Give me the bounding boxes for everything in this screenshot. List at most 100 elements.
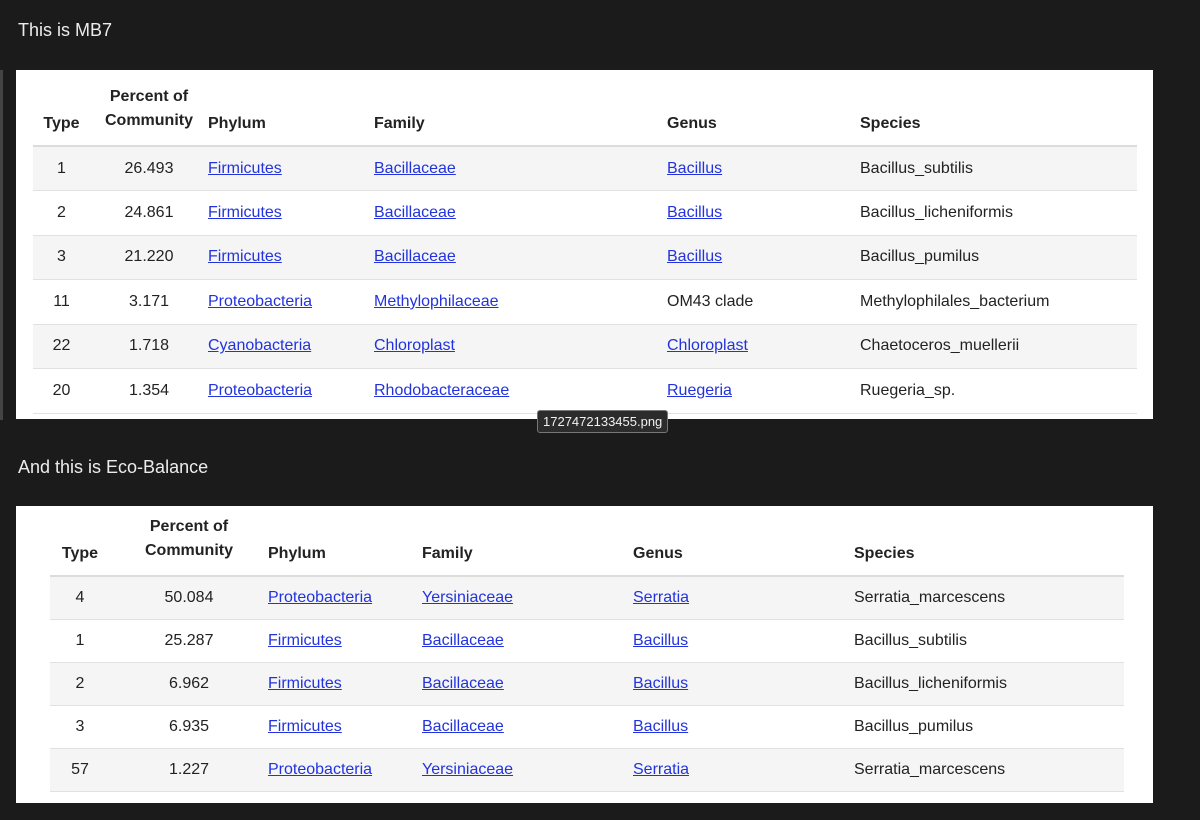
type-cell: 3 [75,717,85,735]
type-cell: 2 [57,203,66,221]
genus-link[interactable]: Bacillus [667,248,722,265]
genus-link[interactable]: Bacillus [667,160,722,177]
phylum-link[interactable]: Proteobacteria [268,589,372,606]
family-cell: Bacillaceae [422,705,633,748]
genus-cell: Bacillus [633,619,854,662]
phylum-cell: Firmicutes [268,705,422,748]
genus-link[interactable]: Bacillus [633,675,688,692]
genus-link[interactable]: Bacillus [633,632,688,649]
family-cell: Yersiniaceae [422,748,633,791]
phylum-cell: Proteobacteria [268,576,422,619]
phylum-link[interactable]: Firmicutes [268,675,342,692]
family-cell: Bacillaceae [422,662,633,705]
family-link[interactable]: Bacillaceae [374,248,456,265]
family-cell: Bacillaceae [374,146,667,191]
family-link[interactable]: Chloroplast [374,337,455,354]
phylum-link[interactable]: Proteobacteria [208,293,312,310]
phylum-link[interactable]: Proteobacteria [208,382,312,399]
percent-cell: 3.171 [128,292,170,310]
table-row: 22 1.718 Cyanobacteria Chloroplast Chloropla… [33,324,1137,369]
phylum-link[interactable]: Firmicutes [208,204,282,221]
species-cell: Bacillus_subtilis [854,631,967,649]
genus-link[interactable]: Ruegeria [667,382,732,399]
type-cell: 2 [75,674,85,692]
type-cell: 1 [57,159,66,177]
percent-cell: 6.962 [110,662,268,705]
species-cell: Serratia_marcescens [854,588,1006,606]
percent-cell: 26.493 [90,146,208,191]
table-row: 2 6.962 Firmicutes Bacillaceae Bacillus Bacil… [50,662,1124,705]
genus-cell: OM43 clade [667,280,860,325]
table-row: 3 6.935 Firmicutes Bacillaceae Bacillus Bacil… [50,705,1124,748]
header-percent-line2: Community [105,112,193,129]
screenshot-mb7[interactable]: Type Percent of Community Phylum Family … [16,70,1153,419]
table-row: 1 26.493 Firmicutes Bacillaceae Bacillus Baci… [33,146,1137,191]
species-cell: Methylophilales_bacterium [860,280,1137,325]
type-cell: 1 [33,146,90,191]
species-cell: Serratia_marcescens [854,760,1006,778]
genus-link[interactable]: Bacillus [633,718,688,735]
percent-cell: 6.935 [110,705,268,748]
type-cell: 22 [52,337,71,355]
family-link[interactable]: Methylophilaceae [374,293,499,310]
percent-cell: 24.861 [124,203,174,221]
family-cell: Rhodobacteraceae [374,369,667,414]
genus-cell: Bacillus [667,191,860,236]
type-cell: 11 [33,280,90,325]
family-link[interactable]: Rhodobacteraceae [374,382,509,399]
family-cell: Yersiniaceae [422,576,633,619]
family-link[interactable]: Bacillaceae [374,160,456,177]
header-percent: Percent of Community [110,515,268,576]
family-link[interactable]: Yersiniaceae [422,761,513,778]
species-cell: Bacillus_licheniformis [854,662,1124,705]
phylum-link[interactable]: Proteobacteria [268,761,372,778]
phylum-link[interactable]: Firmicutes [268,718,342,735]
phylum-link[interactable]: Cyanobacteria [208,337,311,354]
species-cell: Serratia_marcescens [854,576,1124,619]
percent-cell: 50.084 [110,576,268,619]
family-link[interactable]: Bacillaceae [422,632,504,649]
family-link[interactable]: Bacillaceae [374,204,456,221]
family-cell: Bacillaceae [374,235,667,280]
family-cell: Chloroplast [374,324,667,369]
genus-link[interactable]: Serratia [633,761,689,778]
genus-link[interactable]: Serratia [633,589,689,606]
quote-rule-1 [0,70,3,420]
filename-tooltip: 1727472133455.png [537,410,669,433]
table-row: 2 24.861 Firmicutes Bacillaceae Bacillus Baci… [33,190,1137,236]
header-type: Type [43,115,80,132]
genus-link[interactable]: Bacillus [667,204,722,221]
genus-link[interactable]: Chloroplast [667,337,748,354]
type-cell: 20 [52,381,71,399]
header-family: Family [422,545,473,562]
header-percent: Percent of Community [90,84,208,146]
table-row: 57 1.227 Proteobacteria Yersiniaceae Serrati… [50,748,1124,791]
phylum-cell: Firmicutes [208,146,374,191]
type-cell: 11 [53,292,70,310]
family-link[interactable]: Bacillaceae [422,675,504,692]
type-cell: 57 [50,748,110,791]
percent-cell: 3.171 [90,280,208,325]
type-cell: 2 [33,191,90,236]
species-cell: Bacillus_licheniformis [854,674,1007,692]
phylum-link[interactable]: Firmicutes [208,160,282,177]
type-cell: 4 [75,588,85,606]
genus-cell: Serratia [633,748,854,791]
phylum-cell: Firmicutes [208,235,374,280]
phylum-link[interactable]: Firmicutes [208,248,282,265]
family-link[interactable]: Bacillaceae [422,718,504,735]
percent-cell: 21.220 [90,235,208,280]
phylum-cell: Proteobacteria [268,748,422,791]
table-header-row: Type Percent of Community Phylum Family … [33,84,1137,146]
family-link[interactable]: Yersiniaceae [422,589,513,606]
species-cell: Bacillus_pumilus [854,717,974,735]
phylum-cell: Firmicutes [268,619,422,662]
table-row: 3 21.220 Firmicutes Bacillaceae Bacillus Baci… [33,235,1137,280]
phylum-link[interactable]: Firmicutes [268,632,342,649]
genus-cell: Chloroplast [667,324,860,369]
screenshot-eco-balance[interactable]: Type Percent of Community Phylum Family … [16,506,1153,803]
table-header-row: Type Percent of Community Phylum Family … [50,515,1124,576]
species-cell: Chaetoceros_muellerii [860,324,1137,369]
table-row: 11 3.171 Proteobacteria Methylophilaceae OM4… [33,279,1137,325]
percent-cell: 24.861 [90,191,208,236]
